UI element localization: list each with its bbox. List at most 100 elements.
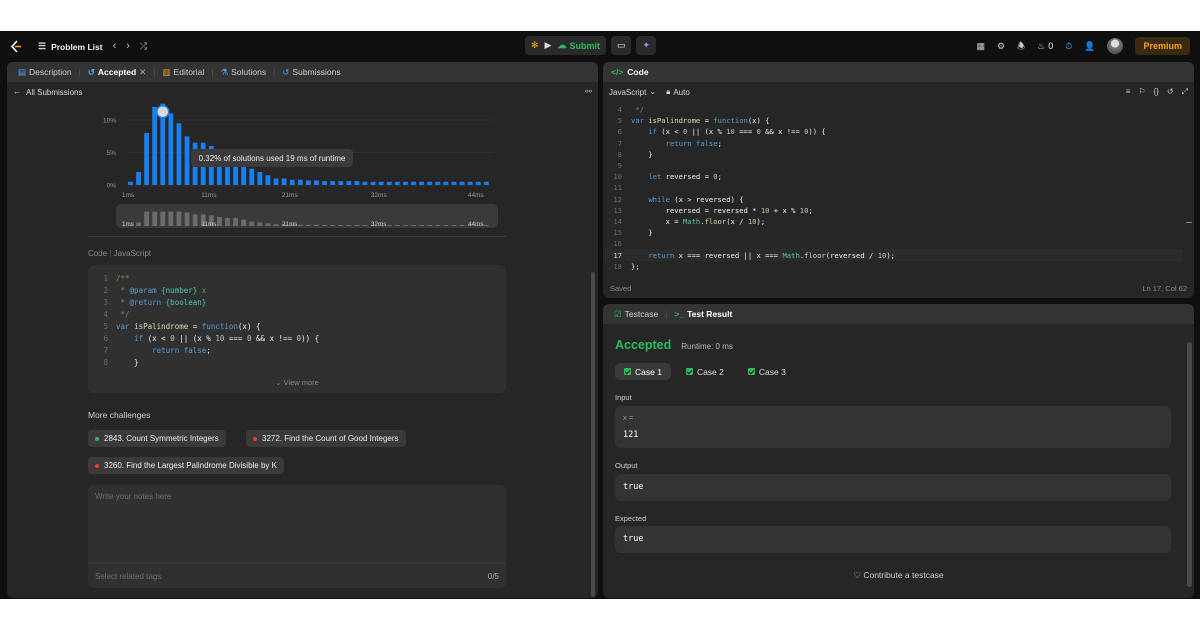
input-variable: x = [623, 413, 634, 422]
timer-icon[interactable]: ⏱ [1065, 41, 1072, 51]
language-select[interactable]: JavaScript ⌄ [609, 87, 656, 97]
editor-line: 16 [605, 238, 1183, 249]
reset-icon[interactable]: ↺ [1167, 88, 1174, 96]
overview-bar [152, 211, 158, 226]
contribute-testcase-button[interactable]: ♡ Contribute a testcase [603, 570, 1194, 580]
add-user-icon[interactable]: 👤 [1084, 41, 1095, 51]
format-icon[interactable]: ≡ [1126, 88, 1131, 96]
overview-bar [322, 224, 327, 226]
history-icon: ↺ [282, 66, 290, 77]
overview-bar [483, 225, 489, 226]
submit-button[interactable]: ☁ Submit [557, 41, 600, 51]
bar [144, 133, 150, 185]
result-runtime: Runtime: 0 ms [681, 342, 733, 351]
overview-bar [305, 224, 311, 226]
line-text: if (x < 0 || (x % 10 === 0 && x !== 0)) … [134, 333, 320, 343]
challenge-chip[interactable]: 3272. Find the Count of Good Integers [246, 430, 406, 447]
premium-button[interactable]: Premium [1135, 37, 1190, 55]
bar [394, 181, 400, 185]
challenge-chip[interactable]: 3260. Find the Largest Palindrome Divisi… [88, 457, 284, 474]
tags-count: 0/5 [487, 571, 499, 581]
runtime-chart-svg: 10% 5% 0% 1ms 11ms 21ms 32ms 44ms 0.32% of solut… [103, 103, 498, 228]
line-text: reversed = reversed * 10 + x % 10; [631, 205, 813, 215]
editor-line: 8 } [605, 149, 1183, 160]
layout-icon[interactable]: ▦ [976, 41, 985, 51]
checkbox-icon: ☑ [614, 308, 622, 319]
editor-scroll-marker[interactable] [1186, 222, 1192, 223]
gear-icon[interactable]: ⚙ [997, 41, 1005, 51]
run-button[interactable]: ▶ [545, 41, 552, 50]
autocomplete-toggle[interactable]: 🔒︎ Auto [666, 86, 690, 97]
tab-test-result-label: Test Result [687, 309, 733, 319]
code-editor-panel: </> Code JavaScript ⌄ 🔒︎ Auto ≡ ⚐ {} ↺ ⤢ 4… [603, 62, 1194, 298]
challenge-label: 2843. Count Symmetric Integers [104, 434, 219, 443]
line-number: 4 [103, 309, 108, 319]
shuffle-icon[interactable]: ⤮ [140, 42, 147, 51]
problem-list-button[interactable]: ☰ Problem List [38, 42, 103, 52]
case-tab[interactable]: Case 1 [615, 363, 671, 380]
note-icon: ▭ [616, 40, 626, 50]
debug-icon[interactable]: ✻ [531, 41, 539, 50]
chevron-right-icon[interactable]: › [126, 41, 130, 52]
notes-button[interactable]: ▭ [610, 36, 632, 55]
overview-bar [338, 224, 344, 226]
more-challenges-heading: More challenges [88, 410, 151, 420]
sparkle-icon: ✦ [642, 40, 651, 50]
code-editor[interactable]: 4 */5 var isPalindrome = function(x) {6 i… [603, 104, 1183, 274]
submit-label: Submit [569, 40, 600, 51]
code-label: Code [88, 249, 108, 258]
braces-icon[interactable]: {} [1154, 88, 1159, 96]
y-tick-label: 0% [107, 183, 117, 190]
ai-button[interactable]: ✦ [636, 36, 657, 55]
all-submissions-link[interactable]: ← All Submissions [13, 88, 82, 97]
lock-icon: 🔒︎ [666, 86, 671, 96]
close-icon[interactable]: ✕ [139, 68, 146, 77]
tab-accepted-label: Accepted [97, 67, 137, 77]
code-line: 4 */ [88, 308, 506, 320]
leetcode-logo-icon[interactable] [10, 40, 22, 53]
bell-icon[interactable]: 🕭 [1017, 41, 1025, 51]
case-tab[interactable]: Case 3 [739, 363, 795, 380]
left-panel: ▤ Description | ↺ Accepted ✕ | ▥ Editorial |… [7, 62, 598, 598]
tab-description[interactable]: ▤ Description [15, 67, 75, 77]
chevron-left-icon[interactable]: ‹ [113, 41, 117, 52]
overview-bar [346, 224, 352, 226]
streak-counter[interactable]: ♨ 0 [1037, 41, 1053, 51]
editor-line: 18}; [605, 261, 1183, 272]
line-text: if (x < 0 || (x % 10 === 0 && x !== 0)) … [648, 127, 826, 137]
case-label: Case 1 [635, 366, 662, 377]
bar [249, 168, 255, 185]
avatar[interactable] [1107, 38, 1124, 54]
tab-test-result[interactable]: >_ Test Result [671, 309, 735, 319]
left-scrollbar[interactable] [591, 272, 595, 597]
view-more-label: View more [283, 378, 319, 387]
result-scrollbar[interactable] [1187, 342, 1192, 587]
view-more-button[interactable]: ⌄ View more [88, 378, 506, 387]
line-number: 16 [613, 239, 622, 249]
tab-accepted[interactable]: ↺ Accepted ✕ [85, 67, 150, 77]
tab-solutions-label: Solutions [231, 67, 267, 77]
expand-icon[interactable]: ⤢ [1182, 88, 1188, 96]
bar [451, 181, 457, 185]
tab-testcase[interactable]: ☑ Testcase [611, 309, 661, 319]
overview-bar [386, 225, 392, 226]
difficulty-dot [95, 436, 99, 441]
bar [168, 113, 174, 185]
line-number: 10 [613, 172, 622, 182]
top-bar: ☰ Problem List ‹ › ⤮ ✻ ▶ ☁ Submit ▭ ✦ ▦ … [0, 31, 1200, 62]
overview-bar [176, 211, 182, 226]
tab-editorial[interactable]: ▥ Editorial [160, 67, 208, 77]
challenge-chip[interactable]: 2843. Count Symmetric Integers [88, 430, 226, 447]
line-text: } [631, 149, 653, 159]
overview-bar [330, 224, 336, 226]
link-icon[interactable]: ⚯ [585, 88, 592, 96]
heart-icon: ♡ [853, 570, 861, 580]
tab-solutions[interactable]: ⚗ Solutions [217, 67, 269, 77]
tags-selector[interactable]: Select related tags 0/5 [88, 563, 506, 588]
language-value: JavaScript [609, 87, 647, 97]
bookmark-icon[interactable]: ⚐ [1138, 88, 1145, 96]
notes-textarea[interactable]: Write your notes here [88, 485, 506, 563]
case-tab[interactable]: Case 2 [677, 363, 733, 380]
line-number: 6 [617, 127, 622, 137]
tab-submissions[interactable]: ↺ Submissions [279, 67, 343, 77]
